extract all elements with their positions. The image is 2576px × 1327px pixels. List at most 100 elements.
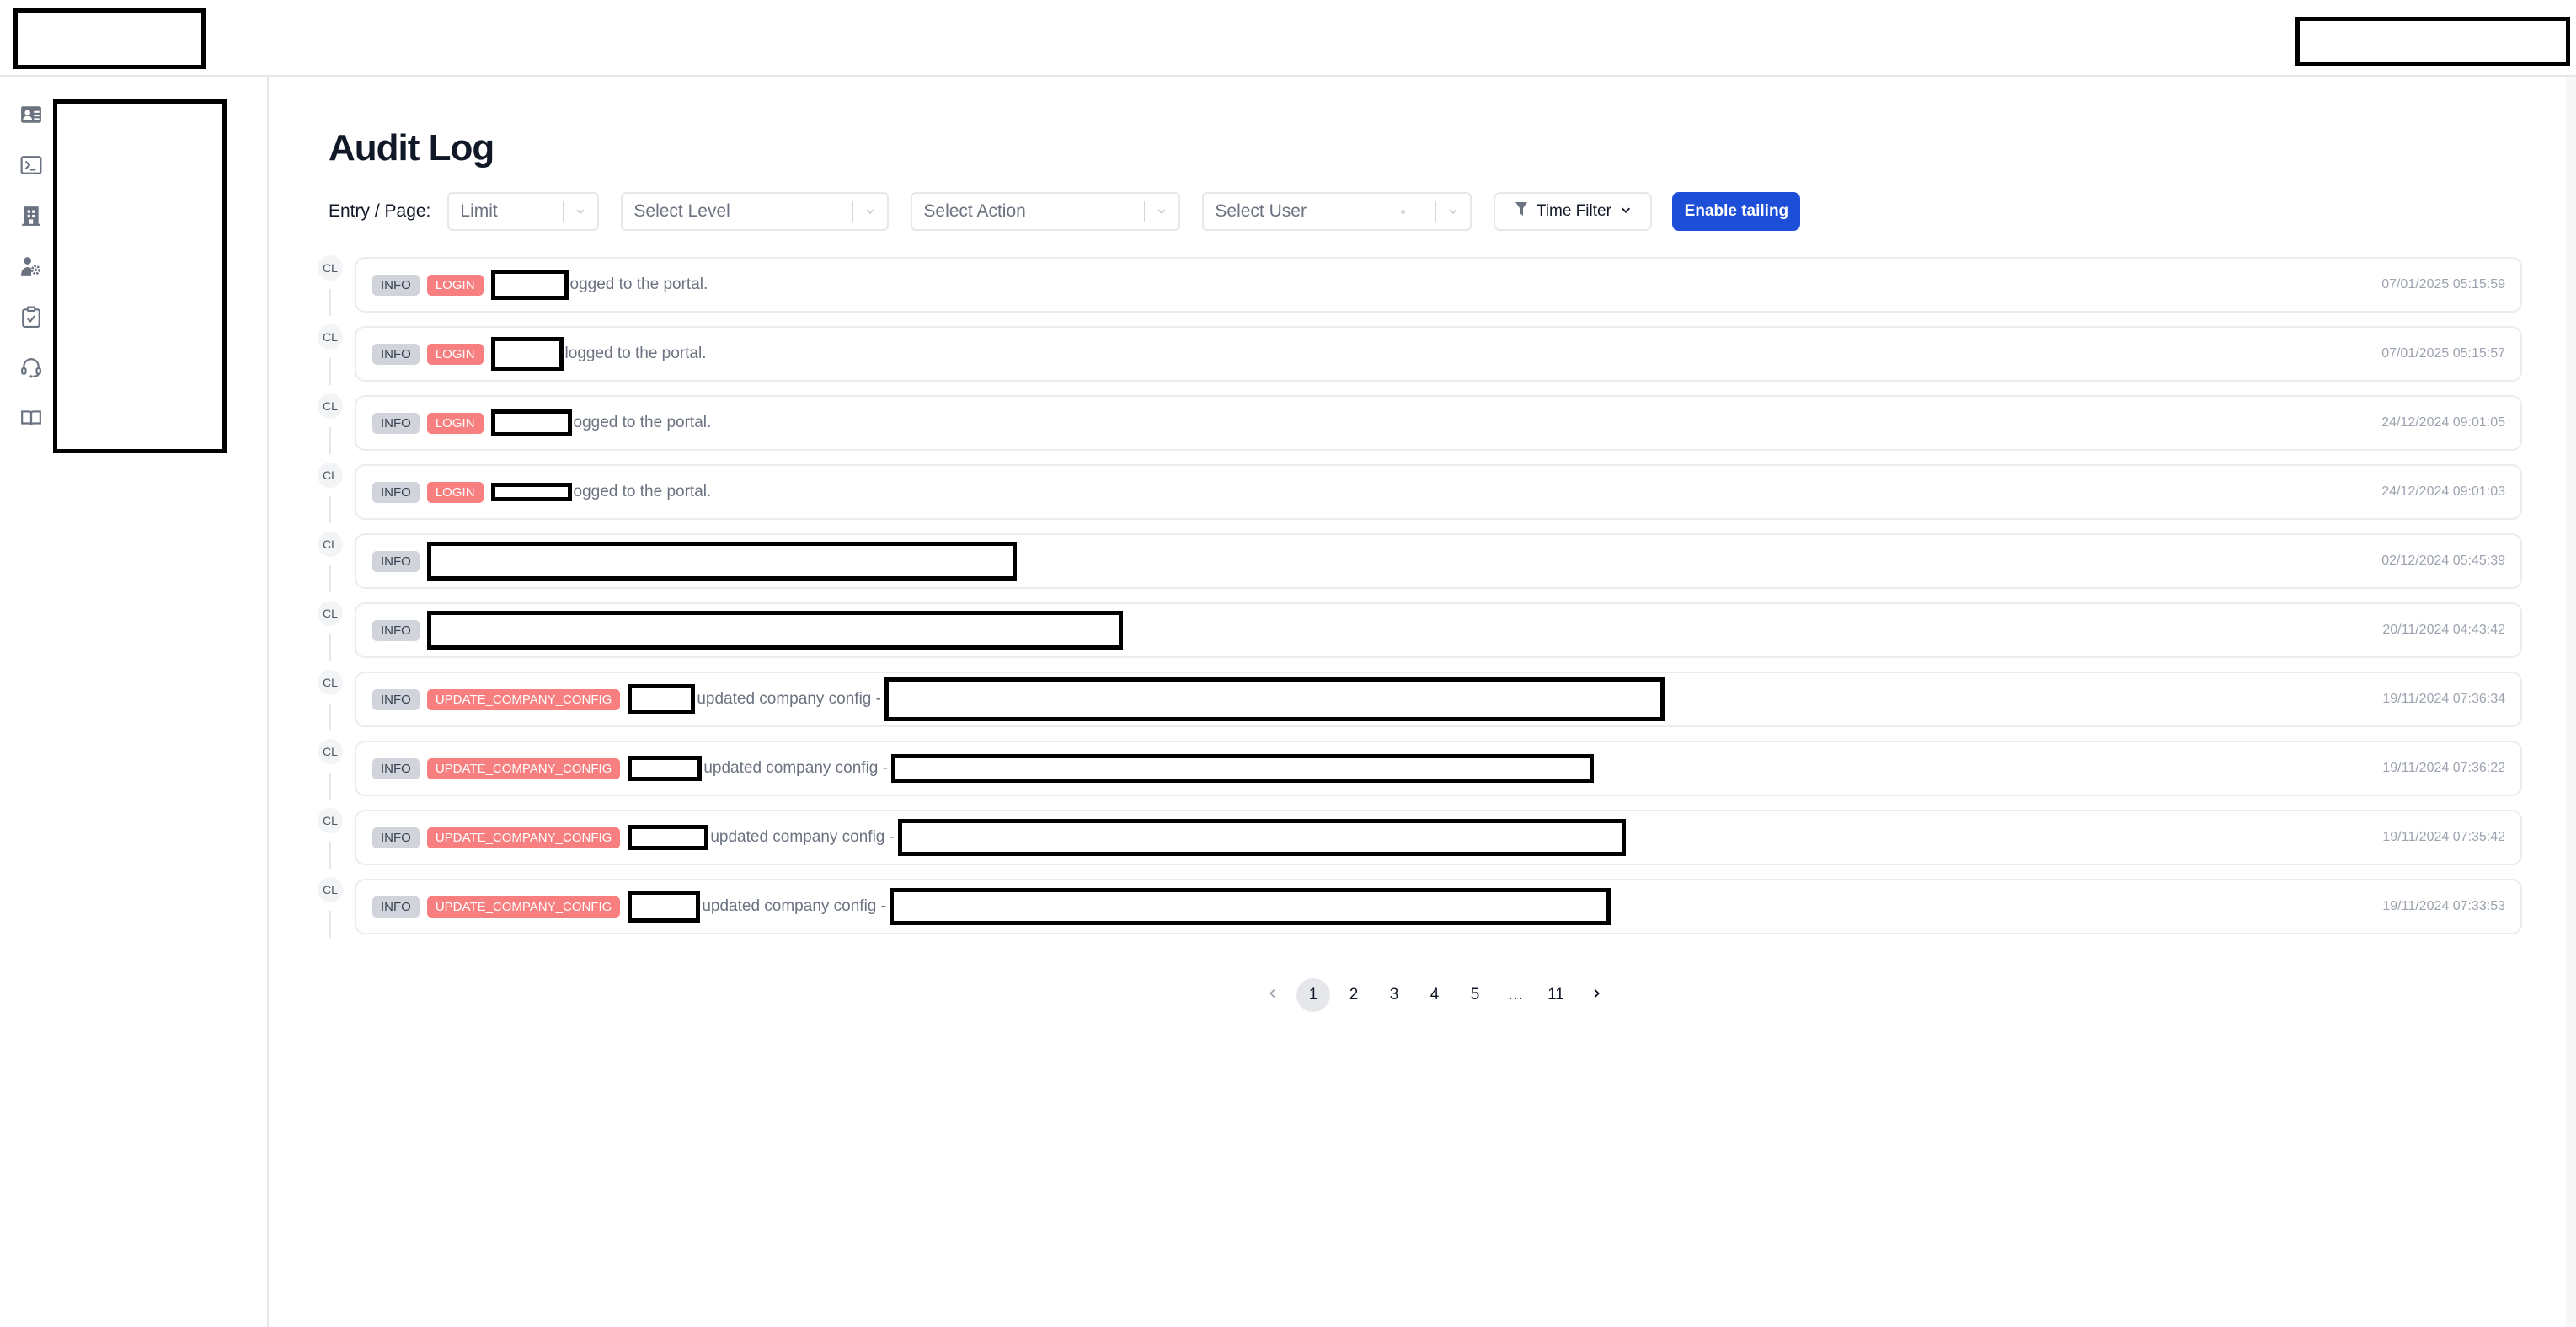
action-badge: UPDATE_COMPANY_CONFIG (426, 896, 621, 918)
log-message: ogged to the portal. (573, 414, 712, 431)
log-card[interactable]: INFO UPDATE_COMPANY_CONFIG updated company… (355, 672, 2522, 727)
user-redacted (628, 756, 703, 781)
page-button[interactable]: 11 (1539, 978, 1573, 1012)
page-button[interactable]: 3 (1377, 978, 1411, 1012)
audit-log-list: CL INFO LOGIN ogged to the portal. 07/01/202… (318, 255, 2558, 946)
terminal-icon[interactable] (19, 152, 44, 178)
timeline-connector (329, 704, 331, 730)
building-icon[interactable] (19, 203, 44, 228)
action-badge: UPDATE_COMPANY_CONFIG (426, 688, 621, 710)
chevron-right-icon (1590, 986, 1602, 1004)
avatar: CL (318, 808, 343, 833)
log-message: updated company config - (702, 897, 886, 915)
book-icon[interactable] (19, 405, 44, 431)
pagination: 1 2 3 4 5 … 11 (1256, 978, 1620, 1012)
user-placeholder: Select User (1215, 201, 1307, 221)
avatar: CL (318, 324, 343, 350)
chevron-down-icon (1145, 205, 1178, 218)
limit-select[interactable]: Limit (447, 192, 600, 231)
log-timestamp: 07/01/2025 05:15:57 (2381, 346, 2505, 361)
level-badge: INFO (372, 827, 420, 848)
filter-icon (1515, 201, 1528, 222)
log-timestamp: 07/01/2025 05:15:59 (2381, 277, 2505, 292)
action-placeholder: Select Action (923, 201, 1026, 221)
entry-per-page-label: Entry / Page: (329, 201, 431, 221)
timeline-connector (329, 289, 331, 316)
level-badge: INFO (372, 550, 420, 572)
level-badge: INFO (372, 688, 420, 710)
log-timestamp: 02/12/2024 05:45:39 (2381, 554, 2505, 568)
log-message: updated company config - (703, 759, 888, 777)
level-badge: INFO (372, 619, 420, 641)
details-redacted (884, 677, 1665, 721)
user-redacted (490, 409, 572, 436)
user-redacted (426, 611, 1123, 650)
action-select[interactable]: Select Action (911, 192, 1181, 231)
log-card[interactable]: INFO UPDATE_COMPANY_CONFIG updated company… (355, 879, 2522, 934)
clipboard-check-icon[interactable] (19, 304, 44, 329)
sidebar-nav-redacted[interactable] (53, 99, 227, 453)
details-redacted (890, 754, 1594, 783)
level-badge: INFO (372, 481, 420, 503)
page-button[interactable]: 4 (1418, 978, 1451, 1012)
page-button[interactable]: 1 (1296, 978, 1330, 1012)
log-entry: CL INFO LOGIN ogged to the portal. 24/12/202… (318, 463, 2558, 532)
user-menu-redacted[interactable] (2295, 17, 2570, 66)
action-badge: LOGIN (426, 481, 484, 503)
log-message: updated company config - (697, 690, 881, 708)
timeline-connector (329, 773, 331, 800)
sidebar (0, 77, 269, 1327)
user-redacted (490, 337, 564, 371)
user-redacted (490, 270, 569, 300)
log-entry: CL INFO UPDATE_COMPANY_CONFIG updated compa… (318, 670, 2558, 739)
prev-page-button[interactable] (1256, 978, 1290, 1012)
timeline-connector (329, 565, 331, 592)
log-entry: CL INFO UPDATE_COMPANY_CONFIG updated compa… (318, 739, 2558, 808)
avatar: CL (318, 739, 343, 764)
action-badge: UPDATE_COMPANY_CONFIG (426, 757, 621, 779)
chevron-down-icon (1620, 202, 1632, 221)
user-select[interactable]: Select User (1202, 192, 1472, 231)
log-timestamp: 19/11/2024 07:36:22 (2382, 761, 2505, 775)
log-timestamp: 19/11/2024 07:33:53 (2382, 899, 2505, 913)
next-page-button[interactable] (1579, 978, 1613, 1012)
limit-placeholder: Limit (460, 201, 498, 221)
avatar: CL (318, 877, 343, 902)
details-redacted (889, 888, 1611, 925)
log-card[interactable]: INFO LOGIN ogged to the portal. 24/12/2024 … (355, 464, 2522, 520)
log-timestamp: 19/11/2024 07:36:34 (2382, 692, 2505, 706)
log-card[interactable]: INFO LOGIN ogged to the portal. 24/12/2024 … (355, 395, 2522, 451)
user-redacted (628, 684, 696, 714)
level-select[interactable]: Select Level (621, 192, 890, 231)
log-card[interactable]: INFO LOGIN logged to the portal. 07/01/2025… (355, 326, 2522, 382)
timeline-connector (329, 427, 331, 454)
enable-tailing-button[interactable]: Enable tailing (1672, 192, 1801, 231)
page-button[interactable]: 2 (1337, 978, 1371, 1012)
log-message: logged to the portal. (564, 345, 707, 362)
contact-card-icon[interactable] (19, 102, 44, 127)
log-card[interactable]: INFO 20/11/2024 04:43:42 (355, 602, 2522, 658)
log-card[interactable]: INFO UPDATE_COMPANY_CONFIG updated company… (355, 741, 2522, 796)
action-badge: LOGIN (426, 343, 484, 365)
headset-icon[interactable] (19, 355, 44, 380)
log-card[interactable]: INFO UPDATE_COMPANY_CONFIG updated company… (355, 810, 2522, 865)
log-card[interactable]: INFO LOGIN ogged to the portal. 07/01/2025 … (355, 257, 2522, 313)
time-filter-button[interactable]: Time Filter (1494, 192, 1653, 231)
log-timestamp: 20/11/2024 04:43:42 (2382, 623, 2505, 637)
log-entry: CL INFO UPDATE_COMPANY_CONFIG updated compa… (318, 808, 2558, 877)
level-badge: INFO (372, 412, 420, 434)
action-badge: LOGIN (426, 412, 484, 434)
page-button[interactable]: 5 (1458, 978, 1492, 1012)
scrollbar[interactable] (2566, 77, 2576, 1327)
details-redacted (897, 819, 1626, 856)
log-card[interactable]: INFO 02/12/2024 05:45:39 (355, 533, 2522, 589)
logo-redacted (13, 8, 206, 69)
timeline-connector (329, 496, 331, 523)
avatar: CL (318, 463, 343, 488)
top-bar (0, 0, 2576, 77)
log-entry: CL INFO LOGIN logged to the portal. 07/01/20… (318, 324, 2558, 393)
level-badge: INFO (372, 757, 420, 779)
timeline-connector (329, 634, 331, 661)
chevron-down-icon (1436, 205, 1470, 218)
user-settings-icon[interactable] (19, 254, 44, 279)
